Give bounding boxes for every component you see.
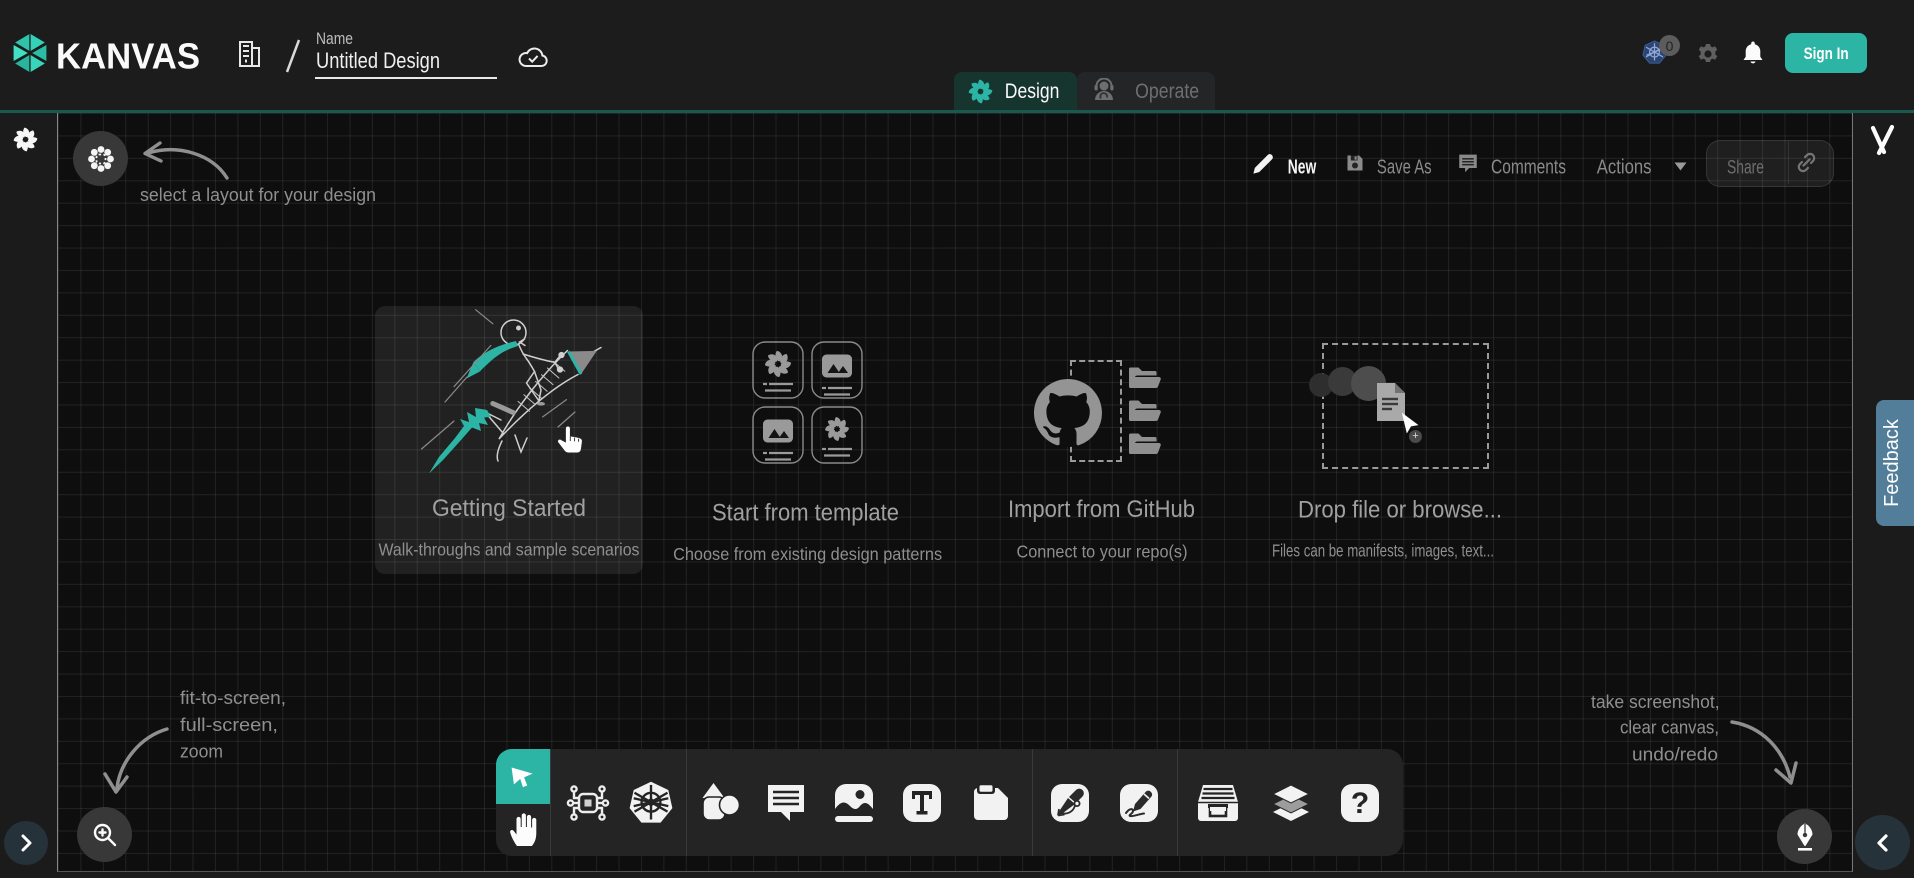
svg-text:?: ?	[1351, 787, 1369, 820]
